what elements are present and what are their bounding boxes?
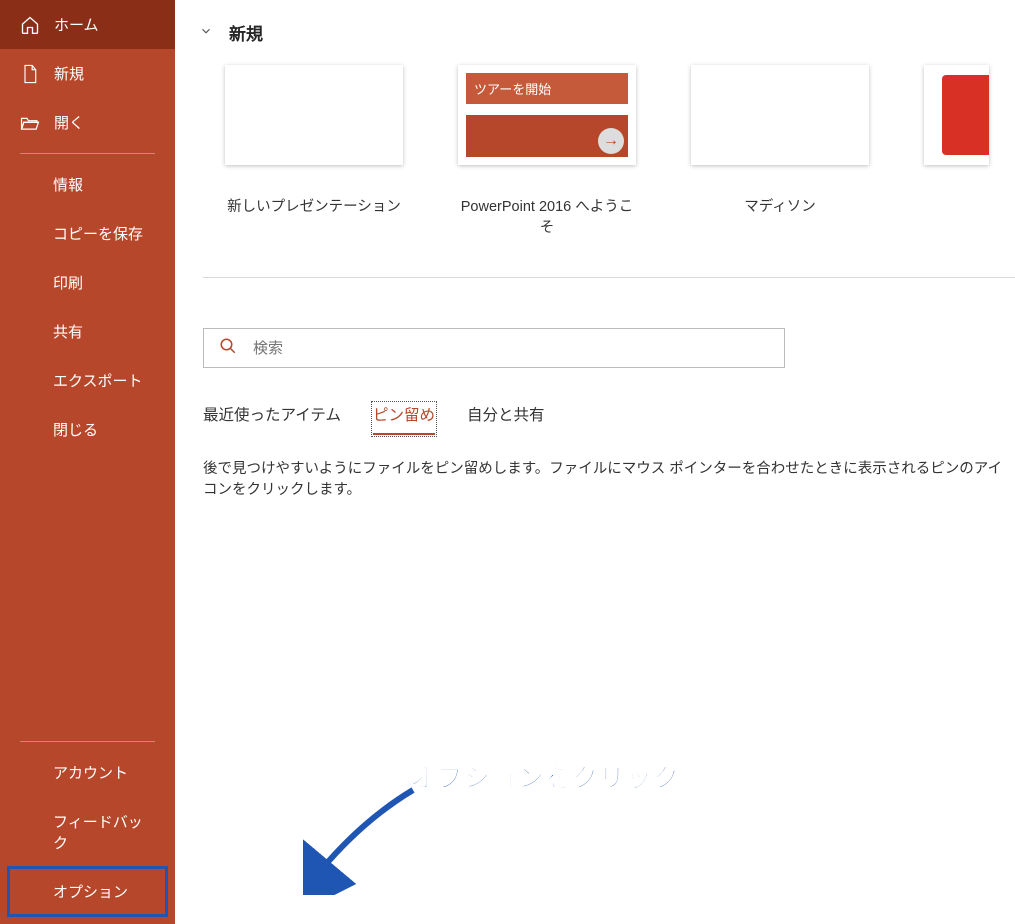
sidebar-item-label: 閉じる [53, 419, 155, 440]
template-blank[interactable]: 新しいプレゼンテーション [225, 65, 403, 237]
template-welcome-tour[interactable]: ツアーを開始 → PowerPoint 2016 へようこそ [458, 65, 636, 237]
arrow-right-icon: → [598, 128, 624, 154]
tutorial-arrow [303, 785, 423, 895]
file-icon [20, 64, 40, 84]
sidebar-item-label: ホーム [54, 14, 155, 35]
search-icon [219, 337, 237, 360]
search-input[interactable] [253, 340, 769, 357]
sidebar-item-label: 情報 [53, 174, 155, 195]
template-gallery: 新しいプレゼンテーション ツアーを開始 → PowerPoint 2016 へよ… [195, 65, 1015, 237]
search-box[interactable] [203, 328, 785, 368]
sidebar-item-new[interactable]: 新規 [0, 49, 175, 98]
thumb-text: マディソン [738, 103, 822, 128]
sidebar-item-export[interactable]: エクスポート [0, 356, 175, 405]
sidebar-item-home[interactable]: ホーム [0, 0, 175, 49]
sidebar-item-print[interactable]: 印刷 [0, 258, 175, 307]
template-thumbnail [225, 65, 403, 165]
sidebar-item-save-copy[interactable]: コピーを保存 [0, 209, 175, 258]
sidebar-item-label: 新規 [54, 63, 155, 84]
tab-recent[interactable]: 最近使ったアイテム [203, 403, 341, 435]
sidebar-item-label: フィードバック [53, 811, 155, 853]
tab-pinned[interactable]: ピン留め [373, 403, 435, 435]
separator [203, 277, 1015, 278]
sidebar-item-share[interactable]: 共有 [0, 307, 175, 356]
divider [20, 741, 155, 742]
thumb-text: ツアーを開始 [466, 73, 628, 104]
sidebar-item-feedback[interactable]: フィードバック [0, 797, 175, 867]
folder-open-icon [20, 113, 40, 133]
sidebar-item-close[interactable]: 閉じる [0, 405, 175, 454]
template-thumbnail: マディソン [691, 65, 869, 165]
sidebar-item-label: アカウント [53, 762, 155, 783]
template-partial[interactable] [924, 65, 989, 237]
template-caption: PowerPoint 2016 へようこそ [458, 195, 636, 237]
sidebar-item-label: 印刷 [53, 272, 155, 293]
template-caption: マディソン [691, 195, 869, 216]
sidebar-item-info[interactable]: 情報 [0, 160, 175, 209]
main-content: 新規 新しいプレゼンテーション ツアーを開始 → PowerPoint 2016… [175, 0, 1015, 924]
chevron-down-icon [195, 20, 217, 45]
sidebar-item-label: エクスポート [53, 370, 155, 391]
tab-shared[interactable]: 自分と共有 [467, 403, 545, 435]
file-tabs: 最近使ったアイテム ピン留め 自分と共有 [203, 403, 1015, 435]
home-icon [20, 15, 40, 35]
template-thumbnail: ツアーを開始 → [458, 65, 636, 165]
sidebar-item-label: 開く [54, 112, 155, 133]
sidebar-item-label: コピーを保存 [53, 223, 155, 244]
pinned-hint-text: 後で見つけやすいようにファイルをピン留めします。ファイルにマウス ポインターを合… [203, 457, 1015, 499]
section-title: 新規 [229, 20, 263, 45]
sidebar-item-open[interactable]: 開く [0, 98, 175, 147]
template-caption: 新しいプレゼンテーション [225, 195, 403, 216]
divider [20, 153, 155, 154]
template-madison[interactable]: マディソン マディソン [691, 65, 869, 237]
section-header[interactable]: 新規 [195, 20, 1015, 45]
sidebar-item-label: 共有 [53, 321, 155, 342]
backstage-sidebar: ホーム 新規 開く 情報 コピーを保存 印刷 共有 エクスポート 閉じる アカウ… [0, 0, 175, 924]
sidebar-item-options[interactable]: オプション [8, 867, 167, 916]
tutorial-annotation: オプションをクリック [410, 758, 680, 795]
sidebar-item-label: オプション [53, 881, 147, 902]
template-thumbnail [924, 65, 989, 165]
sidebar-item-account[interactable]: アカウント [0, 748, 175, 797]
